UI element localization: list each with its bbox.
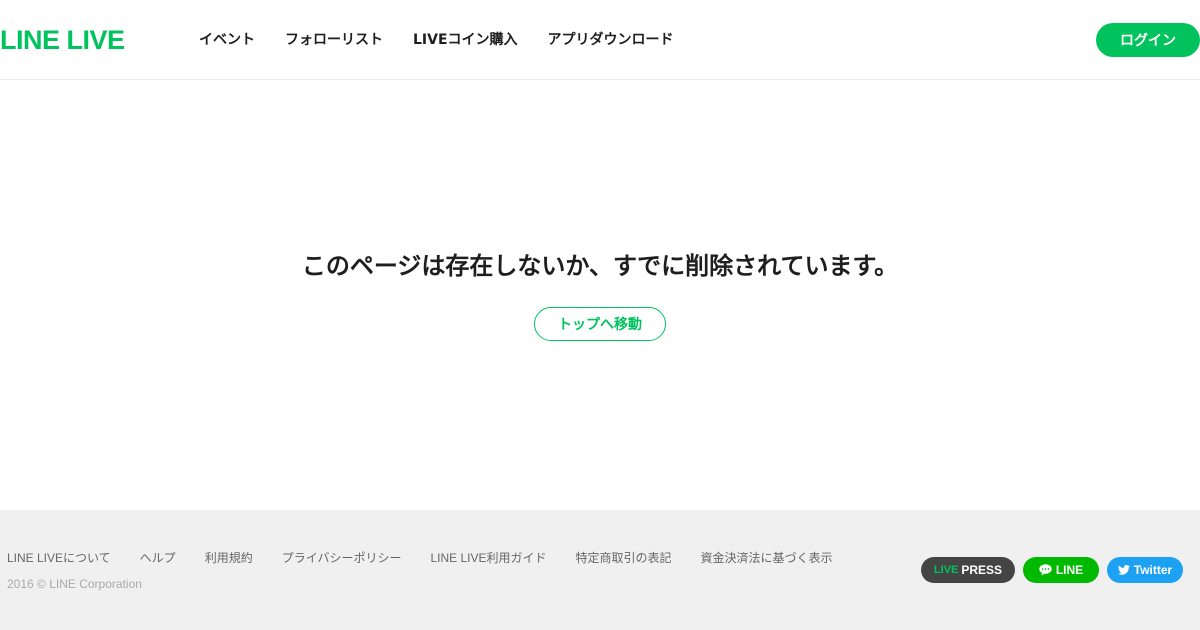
copyright: 2016 © LINE Corporation: [7, 577, 142, 591]
live-press-label: PRESS: [961, 563, 1003, 577]
main-content: このページは存在しないか、すでに削除されています。 トップへ移動: [0, 80, 1200, 510]
login-button[interactable]: ログイン: [1096, 23, 1200, 57]
line-label: LINE: [1055, 563, 1084, 577]
twitter-bird-icon: [1117, 565, 1130, 575]
nav-item-buy-coins[interactable]: LIVEコイン購入: [413, 31, 518, 49]
live-press-button[interactable]: LIVE PRESS: [921, 557, 1015, 583]
nav-item-follow-list[interactable]: フォローリスト: [285, 31, 383, 49]
nav-item-app-download[interactable]: アプリダウンロード: [548, 31, 674, 49]
footer-link-payment-law[interactable]: 資金決済法に基づく表示: [701, 550, 833, 566]
live-press-prefix: LIVE: [933, 564, 959, 576]
line-share-button[interactable]: LINE: [1023, 557, 1099, 583]
nav-item-events[interactable]: イベント: [199, 31, 255, 49]
line-live-logo[interactable]: LINE LIVE: [0, 27, 125, 54]
footer-link-help[interactable]: ヘルプ: [140, 550, 176, 566]
footer-link-guide[interactable]: LINE LIVE利用ガイド: [430, 550, 546, 566]
twitter-label: Twitter: [1133, 563, 1173, 577]
go-to-top-button[interactable]: トップへ移動: [534, 307, 666, 341]
footer-link-terms[interactable]: 利用規約: [205, 550, 253, 566]
line-chat-icon: [1039, 564, 1052, 576]
footer-link-privacy[interactable]: プライバシーポリシー: [282, 550, 402, 566]
site-footer: LINE LIVEについて ヘルプ 利用規約 プライバシーポリシー LINE L…: [0, 510, 1200, 630]
site-header: LINE LIVE イベント フォローリスト LIVEコイン購入 アプリダウンロ…: [0, 0, 1200, 80]
footer-link-commerce[interactable]: 特定商取引の表記: [576, 550, 672, 566]
footer-links: LINE LIVEについて ヘルプ 利用規約 プライバシーポリシー LINE L…: [7, 550, 862, 566]
twitter-share-button[interactable]: Twitter: [1107, 557, 1183, 583]
main-nav: イベント フォローリスト LIVEコイン購入 アプリダウンロード: [199, 31, 704, 49]
not-found-message: このページは存在しないか、すでに削除されています。: [301, 252, 899, 280]
footer-link-about[interactable]: LINE LIVEについて: [7, 550, 111, 566]
